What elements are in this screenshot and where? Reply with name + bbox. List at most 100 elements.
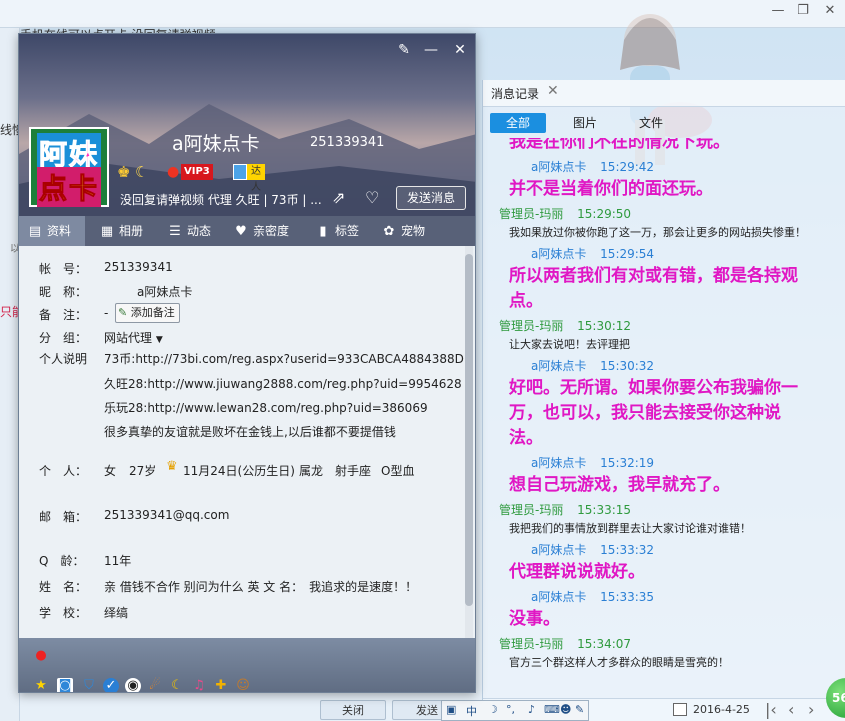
sender-name[interactable]: a阿妹点卡 bbox=[531, 359, 586, 373]
feed-icon: ☰ bbox=[169, 224, 181, 239]
filter-files-button[interactable]: 文件 bbox=[629, 113, 673, 133]
ime-settings-icon[interactable]: ✎ bbox=[575, 703, 584, 716]
account-label: 帐 号： bbox=[39, 262, 88, 276]
avatar-pendant-icon[interactable]: ☺ bbox=[235, 678, 251, 692]
avatar-text-bottom: 点卡 bbox=[37, 167, 102, 207]
moon-level-icon[interactable]: ☾ bbox=[135, 164, 148, 180]
gift-icon[interactable]: ✚ bbox=[213, 678, 229, 692]
chevron-down-icon: ▼ bbox=[155, 335, 163, 345]
ime-punctuation-icon[interactable]: °, bbox=[506, 703, 515, 716]
favorite-icon[interactable]: ♡ bbox=[365, 188, 385, 208]
send-message-button[interactable]: 发送消息 bbox=[396, 186, 466, 210]
ime-moon-icon[interactable]: ☽ bbox=[488, 703, 498, 716]
sender-name[interactable]: a阿妹点卡 bbox=[531, 160, 586, 174]
eye-icon[interactable]: ◉ bbox=[125, 678, 141, 692]
calendar-icon[interactable] bbox=[673, 703, 687, 716]
profile-signature: 没回复请弹视频 代理 久旺 | 73币 | ... bbox=[120, 193, 322, 207]
next-page-icon[interactable]: › bbox=[808, 700, 814, 719]
sender-name[interactable]: 管理员-玛丽 bbox=[499, 637, 563, 651]
tab-message-history[interactable]: 消息记录 bbox=[491, 85, 539, 102]
add-remark-button[interactable]: ✎ 添加备注 bbox=[115, 303, 180, 323]
ime-logo-icon[interactable]: ▣ bbox=[446, 703, 456, 716]
message-sender: a阿妹点卡 15:33:32 bbox=[531, 541, 654, 558]
message-time: 15:33:15 bbox=[573, 503, 632, 517]
restore-icon[interactable]: ❐ bbox=[795, 3, 811, 19]
close-button[interactable]: 关闭 bbox=[320, 700, 386, 720]
tab-album[interactable]: ▦ 相册 bbox=[99, 216, 143, 246]
security-icon[interactable]: ✓ bbox=[103, 678, 119, 692]
message-time: 15:34:07 bbox=[573, 637, 632, 651]
blood-type-value: O型血 bbox=[381, 464, 415, 478]
sender-name[interactable]: 管理员-玛丽 bbox=[499, 207, 563, 221]
message-time: 15:32:19 bbox=[596, 456, 655, 470]
message-sender: 管理员-玛丽 15:34:07 bbox=[499, 635, 631, 652]
sender-name[interactable]: a阿妹点卡 bbox=[531, 247, 586, 261]
tab-intimacy[interactable]: ♥ 亲密度 bbox=[233, 216, 289, 246]
sender-name[interactable]: 管理员-玛丽 bbox=[499, 503, 563, 517]
game-icon[interactable]: ☄ bbox=[147, 678, 163, 692]
sender-name[interactable]: a阿妹点卡 bbox=[531, 543, 586, 557]
message-text: 并不是当着你们的面还玩。 bbox=[509, 179, 713, 199]
penguin-icon[interactable]: ● bbox=[167, 164, 179, 180]
history-tab-bar: 消息记录 ✕ bbox=[483, 80, 845, 107]
filter-all-button[interactable]: 全部 bbox=[490, 113, 546, 133]
school-label: 学 校： bbox=[39, 606, 88, 620]
message-text: 让大家去说吧！去评理把 bbox=[509, 338, 630, 351]
crown-level-icon[interactable]: ♚ bbox=[117, 164, 130, 180]
minimize-icon[interactable]: — bbox=[770, 3, 786, 19]
tab-tags-label: 标签 bbox=[335, 224, 360, 238]
minimize-icon[interactable]: — bbox=[422, 41, 440, 59]
first-page-icon[interactable]: |‹ bbox=[765, 700, 777, 719]
message-text: 好吧。无所谓。如果你要公布我骗你一万，也可以，我只能去接受你这种说法。 bbox=[509, 378, 798, 448]
scrollbar-thumb[interactable] bbox=[465, 254, 473, 606]
ime-keyboard-icon[interactable]: ⌨ bbox=[544, 703, 560, 716]
sender-name[interactable]: a阿妹点卡 bbox=[531, 590, 586, 604]
tab-intimacy-label: 亲密度 bbox=[253, 224, 290, 238]
message-text: 想自己玩游戏，我早就充了。 bbox=[509, 475, 730, 495]
add-remark-label: 添加备注 bbox=[130, 306, 175, 319]
filter-images-button[interactable]: 图片 bbox=[563, 113, 607, 133]
close-icon[interactable]: ✕ bbox=[451, 41, 469, 59]
share-icon[interactable]: ⇗ bbox=[332, 188, 352, 208]
ime-user-icon[interactable]: ☻ bbox=[560, 703, 571, 716]
tab-info-label: 资料 bbox=[47, 224, 72, 238]
message-sender: 管理员-玛丽 15:33:15 bbox=[499, 501, 631, 518]
moon-icon[interactable]: ☾ bbox=[169, 678, 185, 692]
message-text: 我是在你们不在的情况下玩。 bbox=[509, 138, 730, 152]
profile-tabs: ▤ 资料 ▦ 相册 ☰ 动态 ♥ 亲密度 ▮ 标签 ✿ 宠物 bbox=[19, 216, 475, 246]
music-icon[interactable]: ♫ bbox=[191, 678, 207, 692]
talent-icon[interactable] bbox=[233, 164, 247, 180]
close-icon[interactable]: ✕ bbox=[547, 83, 559, 99]
nickname-value: a阿妹点卡 bbox=[137, 285, 193, 299]
camera-icon[interactable]: ◙ bbox=[57, 678, 73, 692]
avatar[interactable]: 阿妹 点卡 bbox=[29, 127, 109, 207]
remark-label: 备 注： bbox=[39, 308, 88, 322]
prev-page-icon[interactable]: ‹ bbox=[788, 700, 794, 719]
penguin-icon[interactable]: ● bbox=[33, 648, 49, 664]
shield-icon[interactable]: ⛉ bbox=[81, 678, 97, 692]
close-icon[interactable]: ✕ bbox=[822, 3, 838, 19]
talent-badge[interactable]: 达人 bbox=[247, 164, 265, 193]
history-date[interactable]: 2016-4-25 bbox=[693, 703, 750, 716]
star-icon[interactable]: ★ bbox=[33, 678, 49, 692]
group-select[interactable]: 网站代理 ▼ bbox=[104, 329, 163, 346]
skin-brush-icon[interactable]: ✎ bbox=[395, 41, 413, 59]
ime-sound-icon[interactable]: ♪ bbox=[528, 703, 535, 716]
tab-tags[interactable]: ▮ 标签 bbox=[315, 216, 359, 246]
ime-chinese-mode[interactable]: 中 bbox=[466, 703, 477, 719]
vip-badge[interactable]: VIP3 bbox=[181, 164, 213, 180]
sender-name[interactable]: 管理员-玛丽 bbox=[499, 319, 563, 333]
tab-pet[interactable]: ✿ 宠物 bbox=[381, 216, 425, 246]
message-list[interactable]: 我是在你们不在的情况下玩。 a阿妹点卡 15:29:42 并不是当着你们的面还玩。管… bbox=[483, 138, 845, 678]
sender-name[interactable]: a阿妹点卡 bbox=[531, 456, 586, 470]
tab-info[interactable]: ▤ 资料 bbox=[19, 216, 85, 246]
profile-info-panel: 帐 号： 251339341 昵 称： a阿妹点卡 备 注： - ✎ 添加备注 … bbox=[19, 246, 475, 638]
name-label: 姓 名： bbox=[39, 580, 88, 594]
email-value[interactable]: 251339341@qq.com bbox=[104, 508, 229, 522]
edit-icon: ✎ bbox=[118, 306, 128, 319]
tab-pet-label: 宠物 bbox=[401, 224, 426, 238]
qage-label: Q 龄： bbox=[39, 554, 85, 568]
message-sender: a阿妹点卡 15:33:35 bbox=[531, 588, 654, 605]
tab-feed[interactable]: ☰ 动态 bbox=[167, 216, 211, 246]
account-value[interactable]: 251339341 bbox=[104, 260, 173, 274]
